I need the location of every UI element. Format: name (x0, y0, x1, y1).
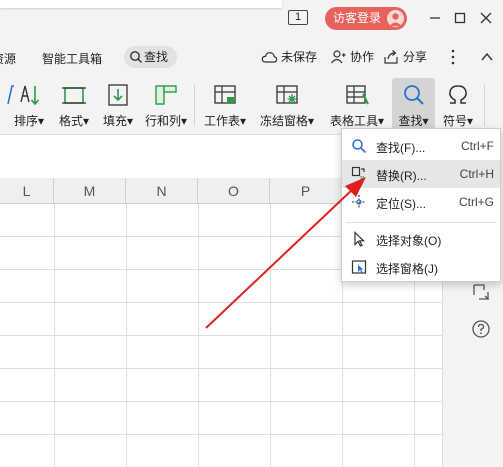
find-button[interactable]: 查找▾ (392, 78, 435, 132)
guest-login-button[interactable]: 访客登录 (325, 7, 407, 30)
share-label: 分享 (403, 50, 428, 64)
search-tab-label: 查找 (144, 50, 169, 64)
close-button[interactable] (478, 10, 494, 26)
menu-item-selection-pane[interactable]: 选择窗格(J) (342, 253, 500, 281)
column-header-n[interactable]: N (126, 178, 198, 204)
tab-smart-tools[interactable]: 智能工具箱 (42, 50, 102, 67)
symbol-label: 符号 (442, 114, 467, 128)
side-panel-tool[interactable] (471, 282, 491, 302)
counter-badge[interactable]: 1 (288, 10, 308, 25)
tab-search[interactable]: 查找 (124, 46, 177, 68)
menu-item-goto[interactable]: 定位(S)... Ctrl+G (342, 188, 500, 216)
collaborate-button[interactable]: 协作 (330, 48, 374, 66)
share-button[interactable]: 分享 (383, 48, 427, 66)
menu-item-select-objects-label: 选择对象(O) (376, 234, 442, 248)
menu-item-find-shortcut: Ctrl+F (461, 139, 494, 153)
collaborate-icon (331, 50, 346, 64)
menu-item-replace-label: 替换(R)... (376, 169, 427, 183)
table-tools-label: 表格工具 (329, 114, 378, 128)
fill-button[interactable]: 填充▾ (98, 78, 138, 132)
find-dropdown-menu: 查找(F)... Ctrl+F B 替换(R)... Ctrl+H 定位(S).… (341, 128, 501, 282)
chevron-up-icon (481, 52, 493, 61)
document-tab-strip (0, 0, 282, 8)
collaborate-label: 协作 (350, 50, 375, 64)
maximize-icon (454, 12, 466, 24)
freeze-icon (276, 85, 298, 104)
menu-bar: 资源 智能工具箱 查找 未保存 协作 分享 (0, 38, 503, 76)
pointer-icon (354, 231, 365, 247)
worksheet-icon (214, 85, 236, 104)
share-icon (384, 50, 398, 64)
symbol-button[interactable]: 符号▾ (438, 78, 478, 132)
menu-item-goto-shortcut: Ctrl+G (458, 195, 494, 209)
unsaved-label: 未保存 (281, 50, 318, 64)
column-header-p[interactable]: P (270, 178, 342, 204)
title-bar: 1 访客登录 (0, 0, 503, 38)
swap-icon (473, 284, 490, 300)
selection-pane-icon (351, 260, 367, 274)
avatar-icon (387, 10, 404, 27)
menu-item-find-label: 查找(F)... (376, 141, 426, 155)
format-icon (62, 87, 86, 104)
format-label: 格式 (58, 114, 83, 128)
menu-item-goto-label: 定位(S)... (376, 197, 426, 211)
omega-icon (449, 85, 467, 104)
column-header-m[interactable]: M (54, 178, 126, 204)
menu-separator (346, 222, 496, 223)
worksheet-button[interactable]: 工作表▾ (200, 78, 250, 132)
cloud-icon (261, 52, 278, 63)
find-icon (403, 85, 424, 105)
tab-resources[interactable]: 资源 (0, 50, 16, 67)
column-header-o[interactable]: O (198, 178, 270, 204)
freeze-label: 冻结窗格 (259, 114, 308, 128)
menu-item-replace[interactable]: B 替换(R)... Ctrl+H (342, 160, 500, 188)
search-icon (352, 139, 367, 154)
sort-icon (20, 85, 40, 106)
sort-label: 排序 (13, 114, 38, 128)
menu-item-select-objects[interactable]: 选择对象(O) (342, 225, 500, 253)
table-tools-icon (346, 85, 369, 105)
close-icon (480, 12, 492, 24)
goto-icon (352, 195, 366, 209)
more-menu-button[interactable] (446, 48, 460, 66)
guest-login-label: 访客登录 (333, 11, 382, 25)
maximize-button[interactable] (452, 10, 468, 26)
ribbon-divider (484, 84, 485, 126)
menu-item-selection-pane-label: 选择窗格(J) (376, 262, 438, 276)
menu-item-replace-shortcut: Ctrl+H (459, 167, 494, 181)
worksheet-label: 工作表 (203, 114, 240, 128)
fill-label: 填充 (102, 114, 127, 128)
search-icon (130, 51, 142, 63)
minimize-icon (430, 17, 440, 19)
more-icon (451, 49, 455, 65)
ribbon-toolbar: 排序▾ 格式▾ 填充▾ 行和列▾ 工作表▾ 冻结窗格▾ 表格工具▾ 查找▾ 符号… (0, 76, 503, 134)
freeze-panes-button[interactable]: 冻结窗格▾ (256, 78, 318, 132)
format-button[interactable]: 格式▾ (54, 78, 94, 132)
row-col-label: 行和列 (144, 114, 181, 128)
ribbon-divider (194, 84, 195, 126)
find-label: 查找 (398, 114, 423, 128)
help-button[interactable] (471, 319, 491, 339)
replace-icon: B (351, 166, 365, 182)
sort-button[interactable]: 排序▾ (8, 78, 50, 132)
minimize-button[interactable] (427, 10, 443, 26)
menu-item-find[interactable]: 查找(F)... Ctrl+F (342, 132, 500, 160)
row-col-button[interactable]: 行和列▾ (144, 78, 188, 132)
fill-icon (108, 84, 128, 106)
column-header-l[interactable]: L (0, 178, 54, 204)
row-col-icon (155, 85, 177, 105)
svg-text:B: B (360, 175, 365, 182)
table-tools-button[interactable]: 表格工具▾ (326, 78, 388, 132)
collapse-ribbon-button[interactable] (479, 48, 495, 66)
help-icon (472, 320, 490, 338)
unsaved-button[interactable]: 未保存 (261, 48, 317, 66)
